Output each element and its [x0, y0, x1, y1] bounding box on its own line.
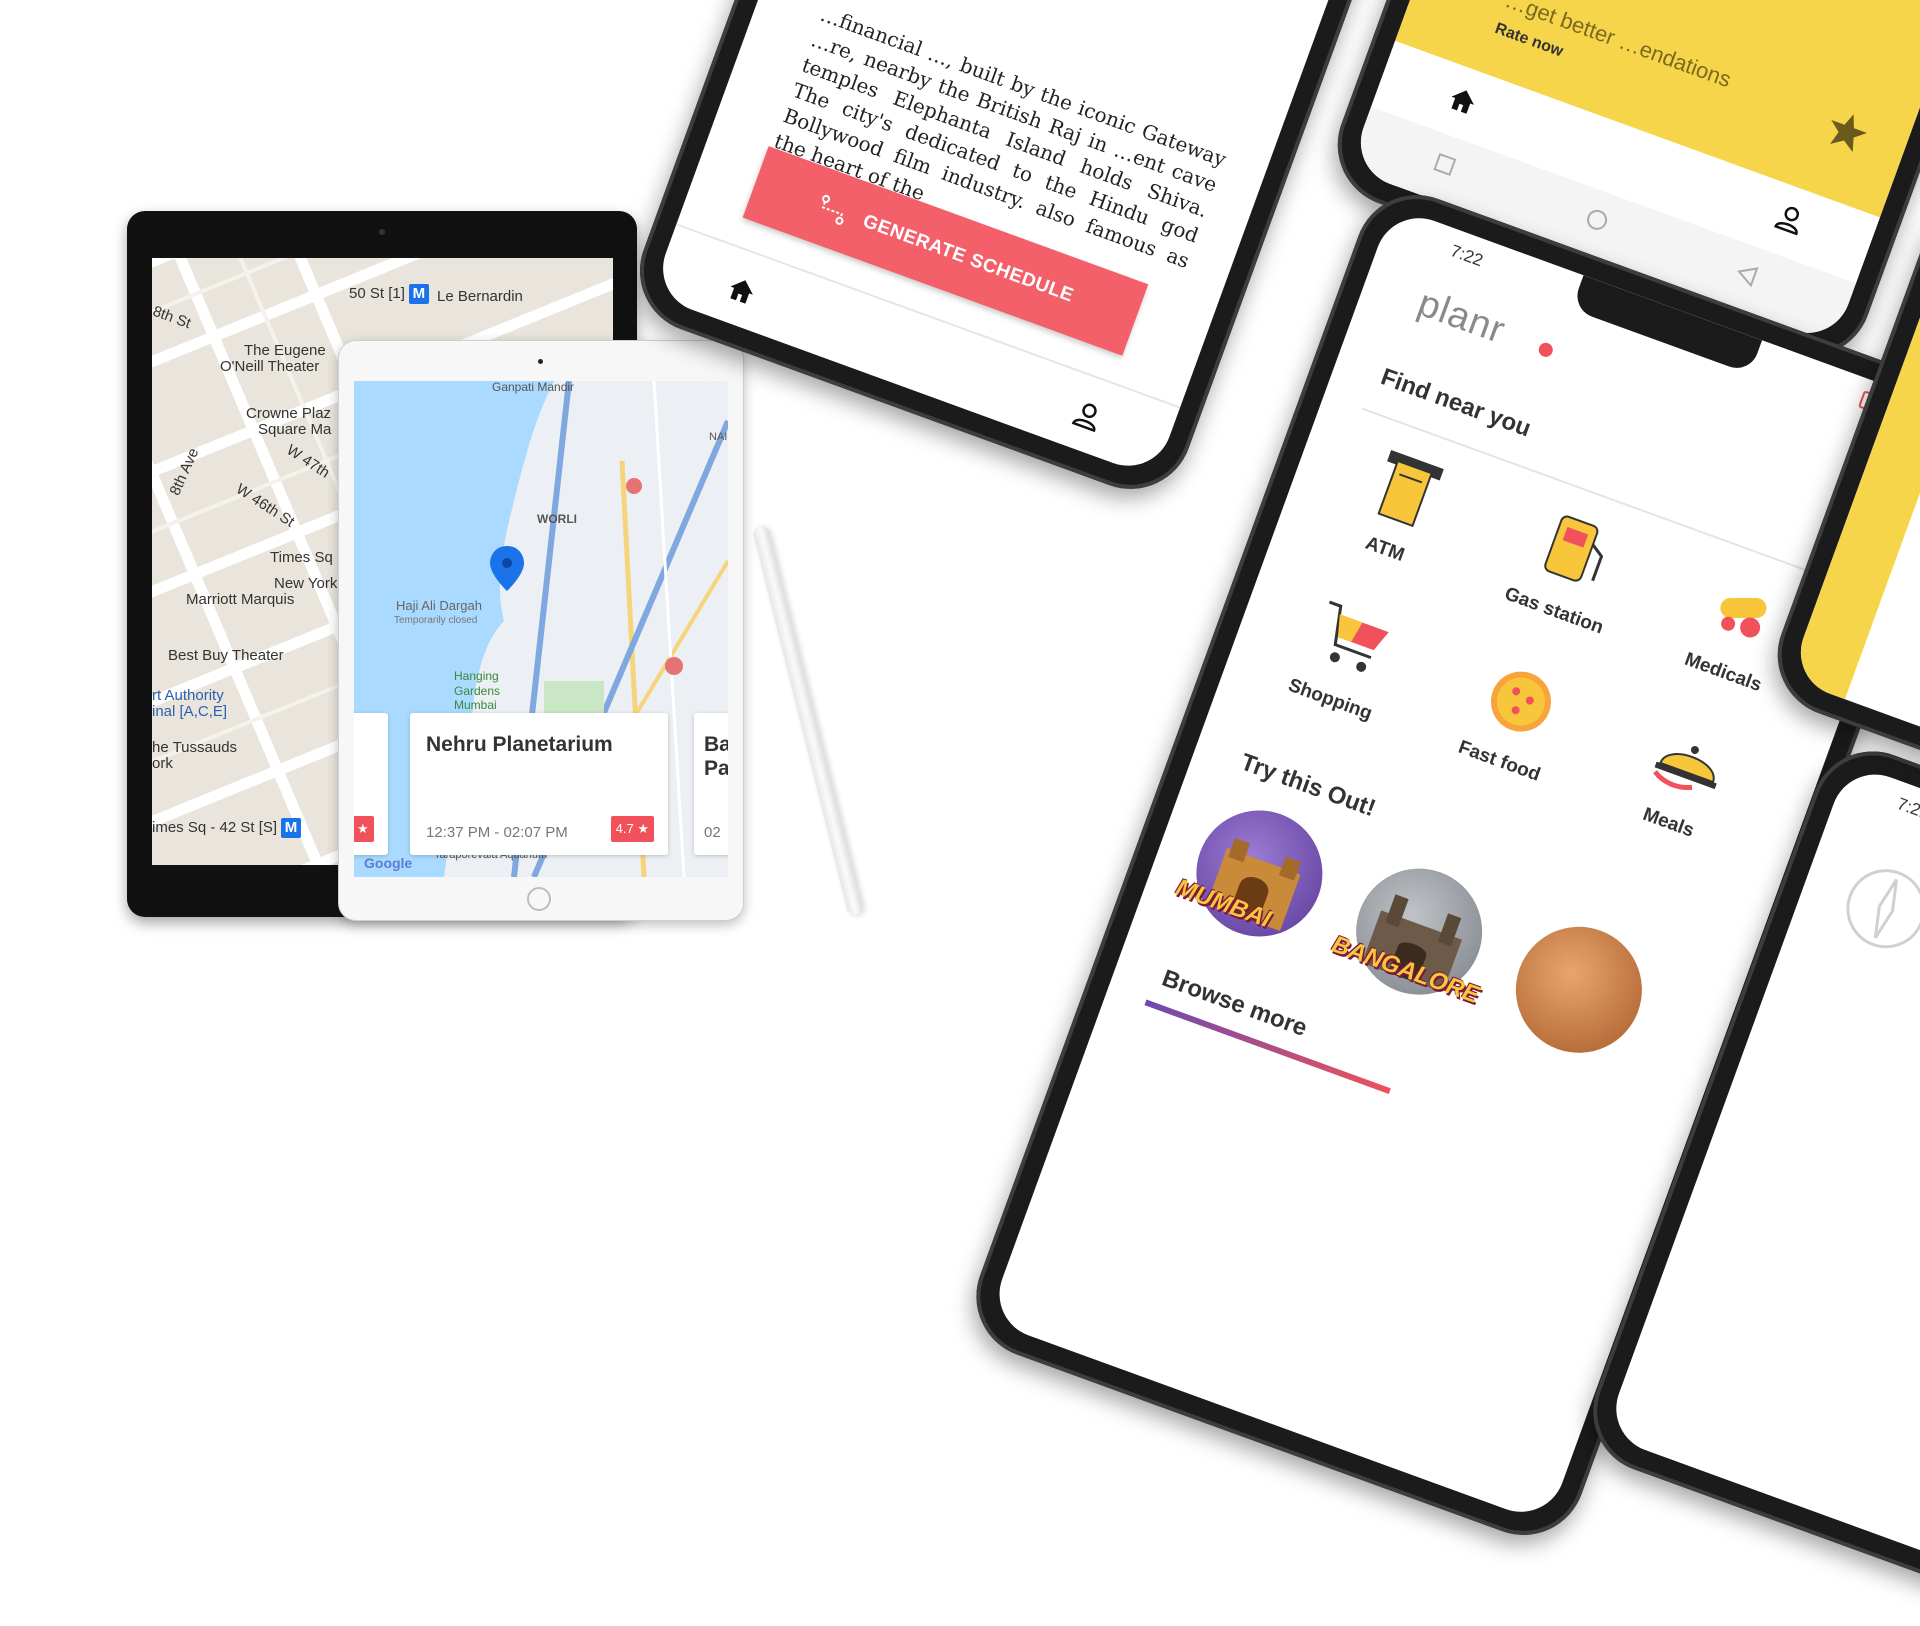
recents-icon[interactable] — [1433, 153, 1456, 176]
map-label-crowne: Crowne Plaz — [246, 406, 331, 422]
map-label-mumbai: Mumbai — [454, 699, 497, 712]
google-logo: Google — [364, 857, 412, 870]
map-label-port-authority: rt Authority — [152, 688, 224, 704]
star-icon — [1822, 106, 1873, 157]
find-near-title: Find near you — [1377, 363, 1534, 443]
mumbai-map-screen[interactable]: Ganpati Mandir WORLI Haji Ali Dargah Tem… — [354, 381, 728, 877]
profile-icon[interactable] — [1772, 201, 1808, 237]
category-atm[interactable]: ATM — [1315, 426, 1487, 584]
home-icon[interactable] — [724, 274, 759, 308]
metro-icon: M — [281, 818, 301, 838]
rating-badge: 4.7 ★ — [611, 816, 654, 842]
place-card-nehru[interactable]: Nehru Planetarium 12:37 PM - 02:07 PM 4.… — [410, 713, 668, 855]
category-gas-station[interactable]: Gas station — [1484, 488, 1656, 646]
map-label-le-bernardin: Le Bernardin — [437, 289, 523, 305]
rating-badge: ★ — [354, 816, 374, 842]
back-icon[interactable] — [1733, 260, 1759, 288]
shopping-cart-icon — [1298, 586, 1406, 694]
place-card-prev[interactable]: ★ — [354, 713, 388, 855]
map-label-tussauds: he Tussauds — [152, 740, 237, 756]
map-label-times-sq: Times Sq — [270, 550, 333, 566]
metro-icon: M — [409, 284, 429, 304]
pizza-icon — [1467, 648, 1575, 756]
place-time: 02 — [704, 824, 721, 841]
status-time: 7:21 — [1894, 794, 1920, 824]
map-label-ork: ork — [152, 756, 173, 772]
map-label-worli: WORLI — [537, 513, 577, 526]
cloche-icon — [1636, 709, 1744, 817]
compass-icon — [1828, 851, 1920, 966]
app-logo: planr — [1412, 282, 1511, 353]
place-title: Nehru Planetarium — [426, 733, 613, 757]
status-time: 7:22 — [1448, 241, 1486, 271]
map-label-nai: NAI — [709, 431, 727, 444]
city-next[interactable] — [1498, 909, 1659, 1070]
back-icon[interactable] — [1012, 450, 1038, 478]
category-meals[interactable]: Meals — [1599, 700, 1771, 858]
map-label-gardens: Gardens — [454, 685, 500, 698]
gas-pump-icon — [1522, 497, 1630, 605]
map-label-marriott: Marriott Marquis — [186, 592, 294, 608]
camera-dot — [379, 229, 385, 235]
place-time: 12:37 PM - 02:07 PM — [426, 824, 568, 841]
map-label-hanging: Hanging — [454, 670, 499, 683]
map-label-ganpati: Ganpati Mandir — [492, 381, 574, 394]
map-label-times-sq-42: imes Sq - 42 St [S] — [152, 819, 277, 836]
home-icon[interactable] — [1445, 84, 1480, 118]
map-label-square: Square Ma — [258, 422, 331, 438]
android-home-icon[interactable] — [862, 396, 890, 424]
phone-schedule-screen: …financial …, built by the iconic Gatewa… — [651, 0, 1400, 478]
map-label-oneill: O'Neill Theater — [220, 359, 319, 375]
atm-card-icon — [1353, 436, 1461, 544]
map-label-temporarily-closed: Temporarily closed — [394, 614, 477, 627]
category-shopping[interactable]: Shopping — [1260, 577, 1432, 735]
place-title: Ba Pa — [704, 733, 728, 781]
category-fast-food[interactable]: Fast food — [1430, 638, 1602, 796]
home-button[interactable] — [527, 887, 551, 911]
route-icon — [814, 192, 851, 227]
camera-dot — [538, 359, 543, 364]
map-label-terminal: inal [A,C,E] — [152, 704, 227, 720]
map-label-eugene: The Eugene — [244, 343, 326, 359]
map-label-new-york: New York — [274, 576, 337, 592]
map-label-best-buy: Best Buy Theater — [168, 648, 284, 664]
apple-pencil — [752, 524, 864, 916]
logo-pin-icon — [1537, 341, 1555, 359]
place-card-next[interactable]: Ba Pa 02 — [694, 713, 728, 855]
profile-icon[interactable] — [1070, 398, 1106, 434]
map-label-50st: 50 St [1] — [349, 285, 405, 302]
map-label-haji-ali: Haji Ali Dargah — [396, 599, 482, 612]
android-home-icon[interactable] — [1583, 206, 1611, 234]
ipad-white-device: Ganpati Mandir WORLI Haji Ali Dargah Tem… — [338, 340, 744, 921]
